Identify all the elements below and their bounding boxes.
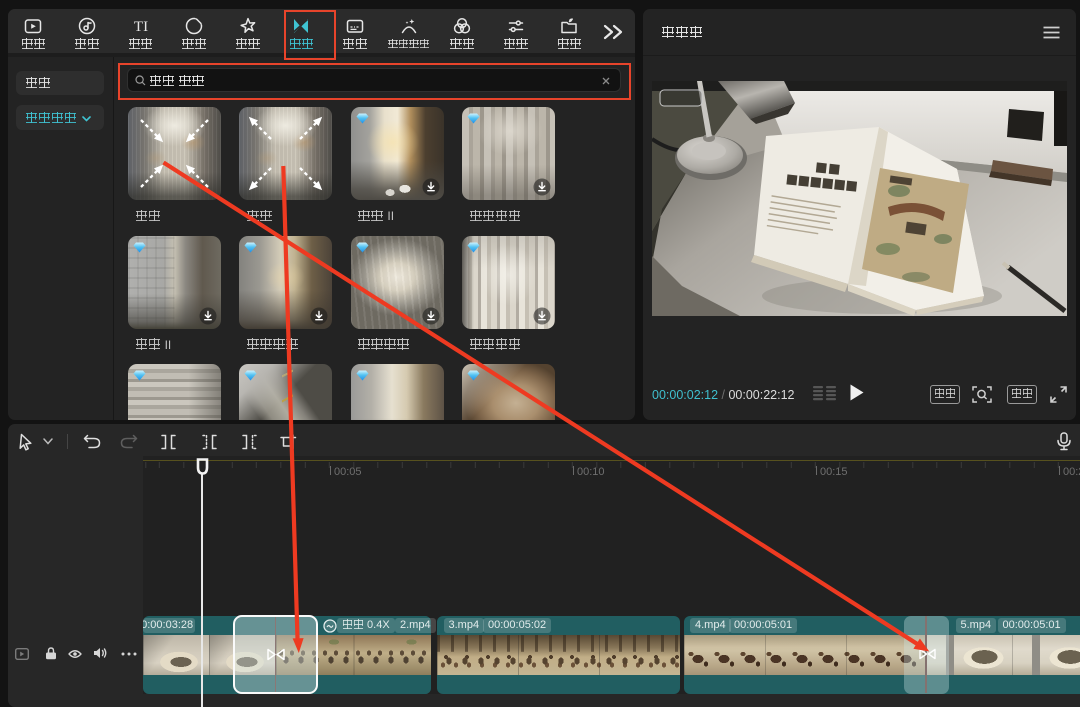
svg-text:TI: TI <box>134 19 148 35</box>
